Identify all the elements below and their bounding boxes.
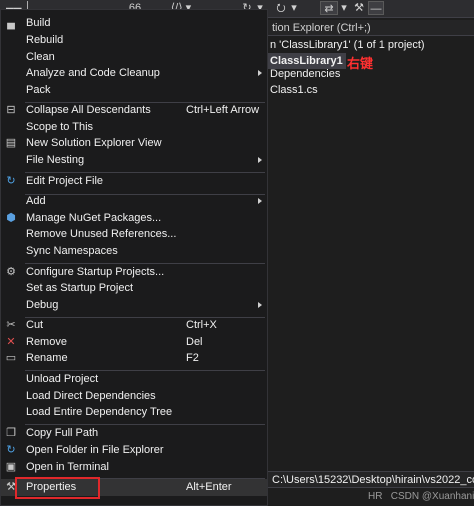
menu-item-label: Rename [26,352,68,364]
menu-item-new-view[interactable]: ▤ New Solution Explorer View [1,135,267,152]
menu-item-label: Set as Startup Project [26,282,133,294]
submenu-arrow-icon [258,157,262,163]
menu-item-label: Cut [26,319,44,331]
menu-item-label: Scope to This [26,121,94,133]
menu-item-label: Build [26,17,51,29]
toolbar-dropdown3-icon[interactable]: ▾ [340,1,348,15]
menu-item-label: Unload Project [26,373,99,385]
menu-item-label: Configure Startup Projects... [26,266,165,278]
menu-item-file-nesting[interactable]: File Nesting [1,152,267,169]
menu-item-build[interactable]: ▄ Build [1,15,267,32]
menu-item-label: Remove Unused References... [26,228,177,240]
toolbar-wrench-icon[interactable]: ⚒ [352,1,366,15]
menu-item-set-startup[interactable]: Set as Startup Project [1,280,267,297]
menu-item-label: Load Direct Dependencies [26,390,156,402]
menu-item-open-terminal[interactable]: ▣ Open in Terminal [1,459,267,476]
menu-item-label: Pack [26,84,51,96]
menu-item-copy-path[interactable]: ❐ Copy Full Path [1,425,267,442]
menu-item-nuget[interactable]: ⬢ Manage NuGet Packages... [1,210,267,227]
context-menu: ▄ Build Rebuild Clean Analyze and Code C… [0,9,268,506]
class1-file-node[interactable]: Class1.cs [268,82,318,98]
menu-item-shortcut: Alt+Enter [186,481,232,493]
menu-item-rebuild[interactable]: Rebuild [1,32,267,49]
rename-icon: ▭ [5,352,17,364]
nuget-icon: ⬢ [6,212,16,224]
toolbar-track-icon[interactable]: ⇄ [320,1,338,15]
toolbar-pending-icon[interactable]: ⭮ [274,1,288,15]
collapse-icon: ⊟ [6,104,16,116]
menu-item-shortcut: Ctrl+X [186,319,217,331]
folder-icon: ↻ [6,444,16,456]
menu-item-label: Collapse All Descendants [26,104,151,116]
menu-item-cut[interactable]: ✂ Cut Ctrl+X [1,317,267,334]
menu-item-label: Add [26,195,46,207]
menu-item-label: Rebuild [26,34,64,46]
menu-item-load-direct[interactable]: Load Direct Dependencies [1,388,267,405]
menu-item-shortcut: F2 [186,352,199,364]
dependencies-node[interactable]: Dependencies [268,66,340,82]
menu-item-rename[interactable]: ▭ Rename F2 [1,350,267,367]
submenu-arrow-icon [258,198,262,204]
menu-item-label: Sync Namespaces [26,245,118,257]
menu-item-sync-namespaces[interactable]: Sync Namespaces [1,243,267,260]
menu-item-add[interactable]: Add [1,193,267,210]
menu-item-configure-startup[interactable]: ⚙ Configure Startup Projects... [1,264,267,281]
submenu-arrow-icon [258,70,262,76]
menu-item-remove[interactable]: ✕ Remove Del [1,334,267,351]
menu-item-label: Remove [26,336,67,348]
menu-item-edit-project[interactable]: ↻ Edit Project File [1,173,267,190]
menu-item-label: Manage NuGet Packages... [26,212,162,224]
refresh-icon: ↻ [6,175,16,187]
solution-explorer-search[interactable]: tion Explorer (Ctrl+;) [268,20,474,36]
new-view-icon: ▤ [5,137,17,149]
menu-item-unload[interactable]: Unload Project [1,371,267,388]
menu-item-label: File Nesting [26,154,85,166]
project-path-field[interactable]: C:\Users\15232\Desktop\hirain\vs2022_com… [268,471,474,488]
terminal-icon: ▣ [5,461,17,473]
menu-item-label: Edit Project File [26,175,104,187]
menu-item-label: Load Entire Dependency Tree [26,406,173,418]
properties-highlight-box [15,477,100,499]
menu-item-open-folder[interactable]: ↻ Open Folder in File Explorer [1,442,267,459]
toolbar-preview-icon[interactable]: — [368,1,384,15]
menu-item-shortcut: Del [186,336,203,348]
menu-item-label: New Solution Explorer View [26,137,162,149]
menu-item-label: Open in Terminal [26,461,109,473]
menu-item-clean[interactable]: Clean [1,49,267,66]
menu-item-label: Clean [26,51,55,63]
right-click-annotation: 右键 [347,56,374,71]
menu-item-label: Copy Full Path [26,427,99,439]
menu-item-shortcut: Ctrl+Left Arrow [186,104,260,116]
toolbar-dropdown2-icon[interactable]: ▾ [290,1,298,15]
menu-item-load-tree[interactable]: Load Entire Dependency Tree [1,404,267,421]
menu-item-debug[interactable]: Debug [1,297,267,314]
remove-icon: ✕ [6,336,16,348]
menu-item-remove-unused[interactable]: Remove Unused References... [1,226,267,243]
cut-icon: ✂ [6,319,16,331]
menu-item-analyze[interactable]: Analyze and Code Cleanup [1,65,267,82]
menu-item-collapse-all[interactable]: ⊟ Collapse All Descendants Ctrl+Left Arr… [1,102,267,119]
menu-item-pack[interactable]: Pack [1,82,267,99]
build-icon: ▄ [7,17,15,29]
menu-item-scope[interactable]: Scope to This [1,119,267,136]
gear-icon: ⚙ [6,266,16,278]
menu-item-label: Debug [26,299,59,311]
menu-item-label: Open Folder in File Explorer [26,444,164,456]
solution-node[interactable]: n 'ClassLibrary1' (1 of 1 project) [268,37,425,53]
submenu-arrow-icon [258,302,262,308]
copy-icon: ❐ [6,427,16,439]
menu-item-label: Analyze and Code Cleanup [26,67,160,79]
watermark-text: HR CSDN @Xuanhanis [268,488,474,506]
